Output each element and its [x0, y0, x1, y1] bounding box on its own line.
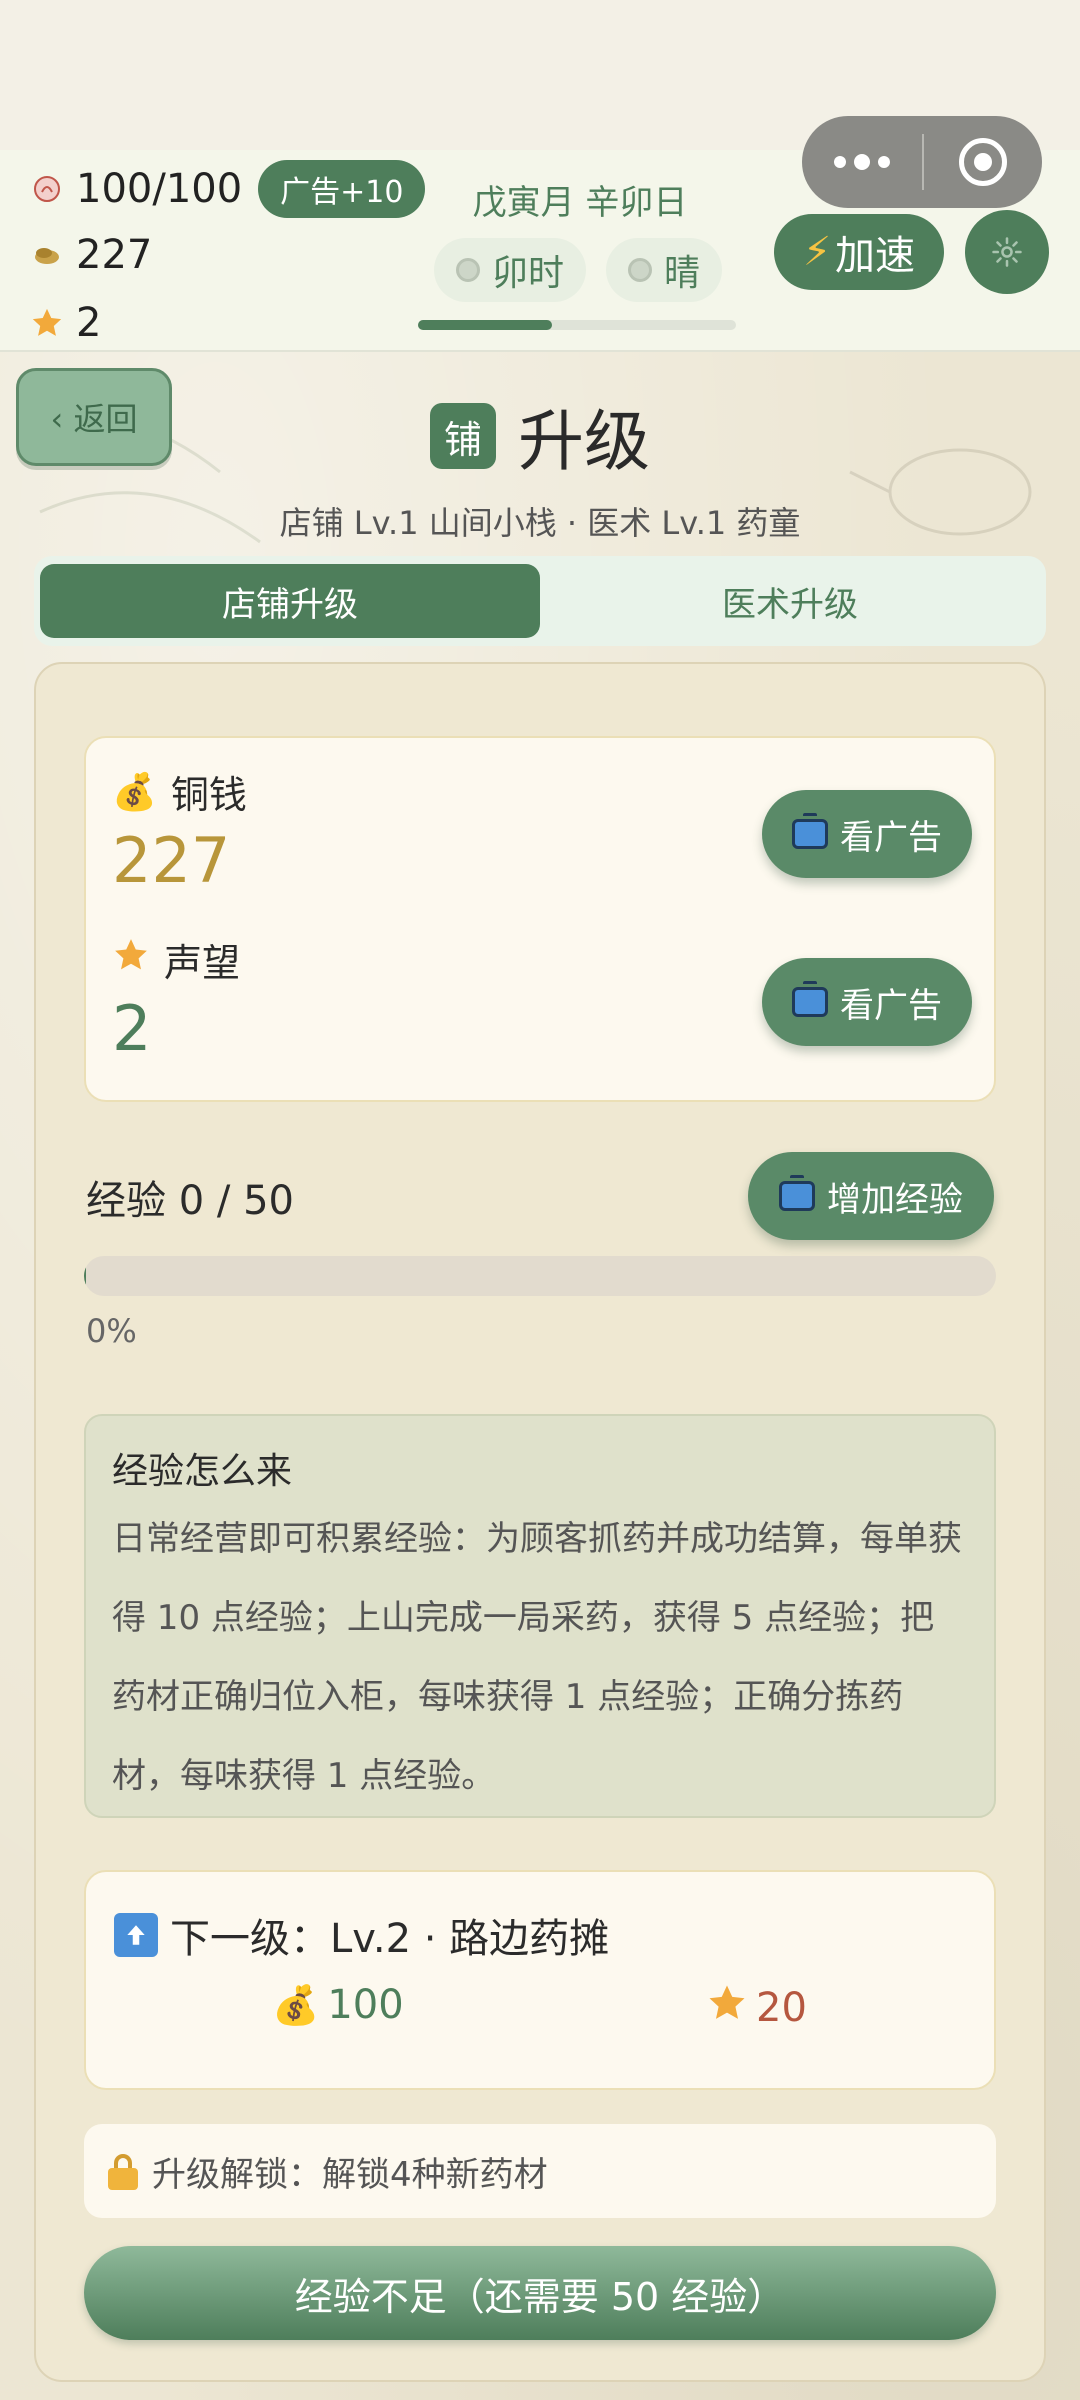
- watch-ad-reputation-button[interactable]: 看广告: [762, 958, 972, 1046]
- coins-label: 铜钱: [170, 773, 247, 817]
- coin-cost: 💰 100: [272, 1982, 404, 2028]
- experience-label: 经验 0 / 50: [86, 1178, 294, 1224]
- page-title-text: 升级: [518, 403, 650, 480]
- back-button-label: ‹ 返回: [50, 400, 138, 438]
- day-progress-bar: [418, 320, 736, 330]
- experience-progress-bar: [84, 1256, 996, 1296]
- coins-amount: 227: [112, 824, 231, 897]
- stamina-icon: [30, 172, 64, 206]
- wallet-panel: 💰 铜钱 227 看广告 声望 2 看广告: [84, 736, 996, 1102]
- star-icon: [30, 306, 64, 340]
- stamina-value: 100/100: [76, 166, 243, 212]
- coins-value: 227: [76, 232, 153, 278]
- coin-icon: [30, 238, 64, 272]
- stamina-ad-label: 广告+10: [280, 175, 404, 210]
- settings-icon: [992, 237, 1022, 267]
- arrow-up-icon: [114, 1913, 158, 1957]
- speed-up-button[interactable]: ⚡ 加速: [774, 214, 944, 290]
- next-level-panel: 下一级：Lv.2 · 路边药摊 💰 100 20: [84, 1870, 996, 2090]
- add-experience-button[interactable]: 增加经验: [748, 1152, 994, 1240]
- level-subtitle: 店铺 Lv.1 山间小栈 · 医术 Lv.1 药童: [279, 504, 801, 542]
- reputation-label-row: 声望: [112, 932, 240, 987]
- lightning-icon: ⚡: [802, 229, 832, 275]
- tv-icon: [792, 813, 828, 849]
- tab-shop-upgrade-label: 店铺升级: [222, 584, 358, 625]
- miniprogram-capsule: [802, 116, 1042, 208]
- reputation-cost-value: 20: [756, 1984, 807, 2031]
- watch-ad-reputation-label: 看广告: [840, 985, 942, 1026]
- tab-medicine-upgrade[interactable]: 医术升级: [540, 564, 1040, 638]
- tab-shop-upgrade[interactable]: 店铺升级: [40, 564, 540, 638]
- star-icon: [112, 936, 150, 983]
- weather-chip: 晴: [606, 238, 723, 302]
- reputation-amount: 2: [112, 992, 152, 1065]
- coins-label-row: 💰 铜钱: [112, 764, 247, 819]
- more-menu-button[interactable]: [802, 116, 922, 208]
- time-chip: 卯时: [434, 238, 587, 302]
- shop-badge: 铺: [430, 403, 496, 469]
- stamina-ad-button[interactable]: 广告+10: [258, 160, 426, 218]
- time-chip-label: 卯时: [492, 253, 565, 294]
- tab-medicine-upgrade-label: 医术升级: [722, 584, 858, 625]
- weather-icon: [628, 258, 652, 282]
- reputation-row: 2: [30, 300, 101, 346]
- coin-cost-value: 100: [327, 1982, 404, 2028]
- clock-icon: [456, 258, 480, 282]
- tv-icon: [779, 1175, 815, 1211]
- money-bag-icon: 💰: [272, 1982, 320, 2027]
- experience-percent: 0%: [86, 1312, 137, 1350]
- weather-chip-label: 晴: [664, 253, 701, 294]
- upgrade-tabs: 店铺升级 医术升级: [34, 556, 1046, 646]
- game-date: 戊寅月 辛卯日: [472, 183, 688, 223]
- upgrade-submit-label: 经验不足（还需要 50 经验）: [294, 2274, 786, 2319]
- info-title: 经验怎么来: [112, 1451, 293, 1492]
- watch-ad-coins-button[interactable]: 看广告: [762, 790, 972, 878]
- back-button[interactable]: ‹ 返回: [16, 368, 172, 466]
- add-experience-label: 增加经验: [827, 1179, 963, 1220]
- info-body: 日常经营即可积累经验：为顾客抓药并成功结算，每单获得 10 点经验；上山完成一局…: [112, 1519, 962, 1796]
- money-bag-icon: 💰: [112, 771, 157, 813]
- upgrade-submit-button[interactable]: 经验不足（还需要 50 经验）: [84, 2246, 996, 2340]
- unlock-text: 升级解锁：解锁4种新药材: [152, 2154, 548, 2195]
- coins-row: 227: [30, 232, 152, 278]
- stamina-row: 100/100 广告+10: [30, 160, 426, 218]
- reputation-value: 2: [76, 300, 102, 346]
- unlock-info: 升级解锁：解锁4种新药材: [84, 2124, 996, 2218]
- reputation-cost: 20: [706, 1982, 807, 2033]
- close-miniprogram-button[interactable]: [924, 116, 1042, 208]
- speed-up-label: 加速: [835, 233, 916, 279]
- settings-button[interactable]: [965, 210, 1049, 294]
- experience-info-box: 经验怎么来 日常经营即可积累经验：为顾客抓药并成功结算，每单获得 10 点经验；…: [84, 1414, 996, 1818]
- star-icon: [706, 1982, 748, 2033]
- tv-icon: [792, 981, 828, 1017]
- page-title: 铺 升级: [430, 388, 650, 484]
- lock-icon: [108, 2154, 138, 2190]
- next-level-title-row: 下一级：Lv.2 · 路边药摊: [114, 1906, 609, 1964]
- day-progress-fill: [418, 320, 552, 330]
- next-level-title: 下一级：Lv.2 · 路边药摊: [170, 1916, 610, 1962]
- watch-ad-coins-label: 看广告: [840, 817, 942, 858]
- reputation-label: 声望: [164, 941, 241, 985]
